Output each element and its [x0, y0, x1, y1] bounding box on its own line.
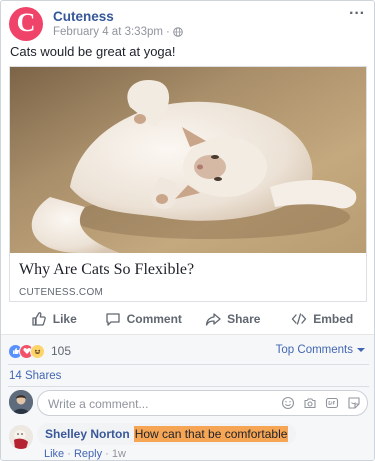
- camera-icon[interactable]: [303, 396, 317, 410]
- comment-item: Shelley Norton How can that be comfortab…: [9, 423, 368, 460]
- comment-input-icons: [281, 396, 361, 410]
- commenter-name[interactable]: Shelley Norton: [45, 427, 130, 441]
- globe-icon: [172, 27, 183, 37]
- commenter-avatar[interactable]: [9, 425, 33, 449]
- top-comments-label: Top Comments: [275, 344, 353, 356]
- reactions-summary[interactable]: 105: [8, 343, 71, 359]
- link-preview-card[interactable]: Why Are Cats So Flexible? CUTENESS.COM: [9, 66, 367, 302]
- top-comments-dropdown[interactable]: Top Comments: [276, 344, 365, 356]
- post-meta: February 4 at 3:33pm ·: [53, 26, 183, 38]
- shares-link[interactable]: 14 Shares: [9, 370, 61, 382]
- page-avatar-letter: C: [16, 8, 36, 37]
- comment-bubble: Shelley Norton How can that be comfortab…: [37, 423, 297, 445]
- emoji-icon[interactable]: [281, 396, 295, 410]
- gif-icon[interactable]: [325, 396, 339, 410]
- comment-reply-link[interactable]: Reply: [74, 448, 102, 460]
- current-user-avatar[interactable]: [9, 390, 33, 414]
- more-options-icon[interactable]: ···: [349, 5, 365, 23]
- comments-area: 105 Top Comments 14 Shares Write a comme…: [1, 334, 374, 460]
- sticker-icon[interactable]: [347, 396, 361, 410]
- link-title[interactable]: Why Are Cats So Flexible?: [19, 261, 194, 279]
- comment-like-link[interactable]: Like: [44, 448, 64, 460]
- share-button[interactable]: Share: [188, 306, 278, 332]
- comment-actions: Like · Reply · 1w: [44, 448, 126, 460]
- reaction-count: 105: [51, 344, 72, 358]
- post-actions: Like Comment Share Embed: [9, 306, 367, 332]
- code-icon: [291, 313, 307, 325]
- like-button[interactable]: Like: [9, 306, 99, 332]
- page-name-link[interactable]: Cuteness: [53, 9, 114, 24]
- comment-input-placeholder: Write a comment...: [48, 397, 149, 411]
- divider: [8, 386, 369, 387]
- speech-bubble-icon: [105, 313, 120, 326]
- cat-photo: [10, 67, 366, 253]
- comment-text: How can that be comfortable: [133, 426, 289, 442]
- comment-label: Comment: [126, 312, 182, 326]
- comment-composer: Write a comment...: [9, 390, 368, 418]
- comment-input[interactable]: Write a comment...: [37, 390, 368, 416]
- caret-down-icon: [357, 348, 365, 352]
- comment-timestamp[interactable]: 1w: [112, 448, 126, 460]
- post-text: Cats would be great at yoga!: [10, 44, 176, 59]
- link-domain: CUTENESS.COM: [19, 287, 104, 298]
- haha-reaction-icon: [30, 343, 45, 359]
- facebook-post: C Cuteness February 4 at 3:33pm · ··· Ca…: [0, 0, 375, 461]
- page-avatar[interactable]: C: [9, 7, 43, 41]
- share-label: Share: [227, 312, 261, 326]
- share-arrow-icon: [205, 313, 221, 326]
- embed-button[interactable]: Embed: [278, 306, 368, 332]
- meta-separator: ·: [165, 26, 170, 38]
- link-image[interactable]: [10, 67, 366, 253]
- post-timestamp[interactable]: February 4 at 3:33pm: [53, 26, 163, 38]
- post-header: C Cuteness February 4 at 3:33pm · ···: [9, 5, 369, 41]
- like-label: Like: [52, 312, 77, 326]
- comment-button[interactable]: Comment: [99, 306, 189, 332]
- comment-action-separator: ·: [102, 448, 112, 460]
- comment-action-separator: ·: [64, 448, 74, 460]
- thumbs-up-icon: [32, 312, 46, 326]
- embed-label: Embed: [313, 312, 354, 326]
- divider: [8, 364, 369, 365]
